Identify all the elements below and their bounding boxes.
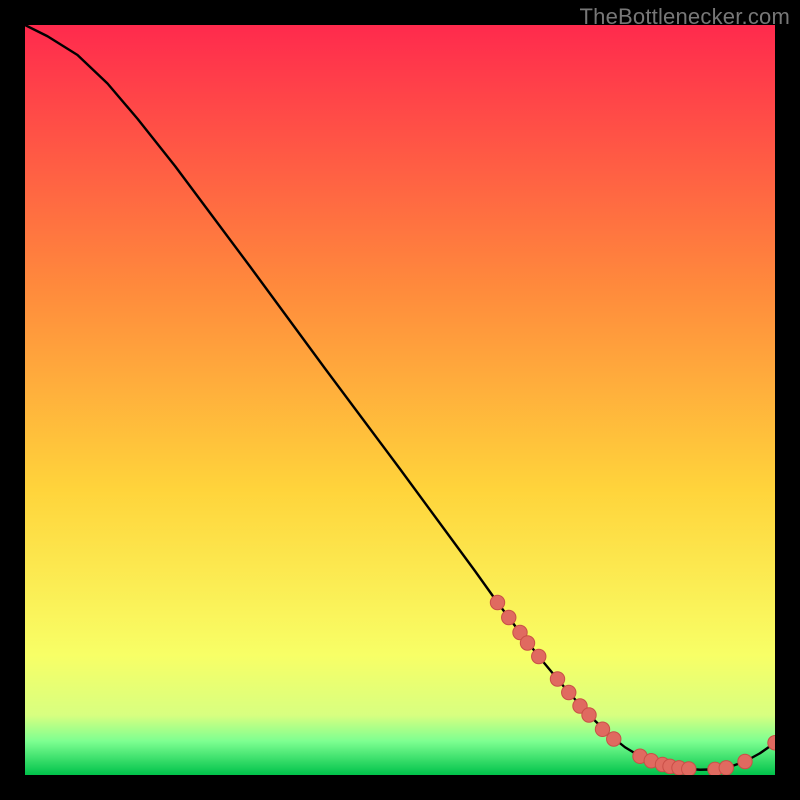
bottleneck-chart <box>25 25 775 775</box>
data-dot <box>719 761 733 775</box>
data-dot <box>550 672 564 686</box>
data-dot <box>607 732 621 746</box>
data-dot <box>595 722 609 736</box>
data-dot <box>562 685 576 699</box>
attribution-text: TheBottlenecker.com <box>580 4 790 30</box>
data-dot <box>738 754 752 768</box>
data-dot <box>582 708 596 722</box>
data-dot <box>490 595 504 609</box>
data-dot <box>502 610 516 624</box>
data-dot <box>682 762 696 775</box>
data-dot <box>520 636 534 650</box>
data-dot <box>532 649 546 663</box>
gradient-background <box>25 25 775 775</box>
chart-stage: TheBottlenecker.com <box>0 0 800 800</box>
